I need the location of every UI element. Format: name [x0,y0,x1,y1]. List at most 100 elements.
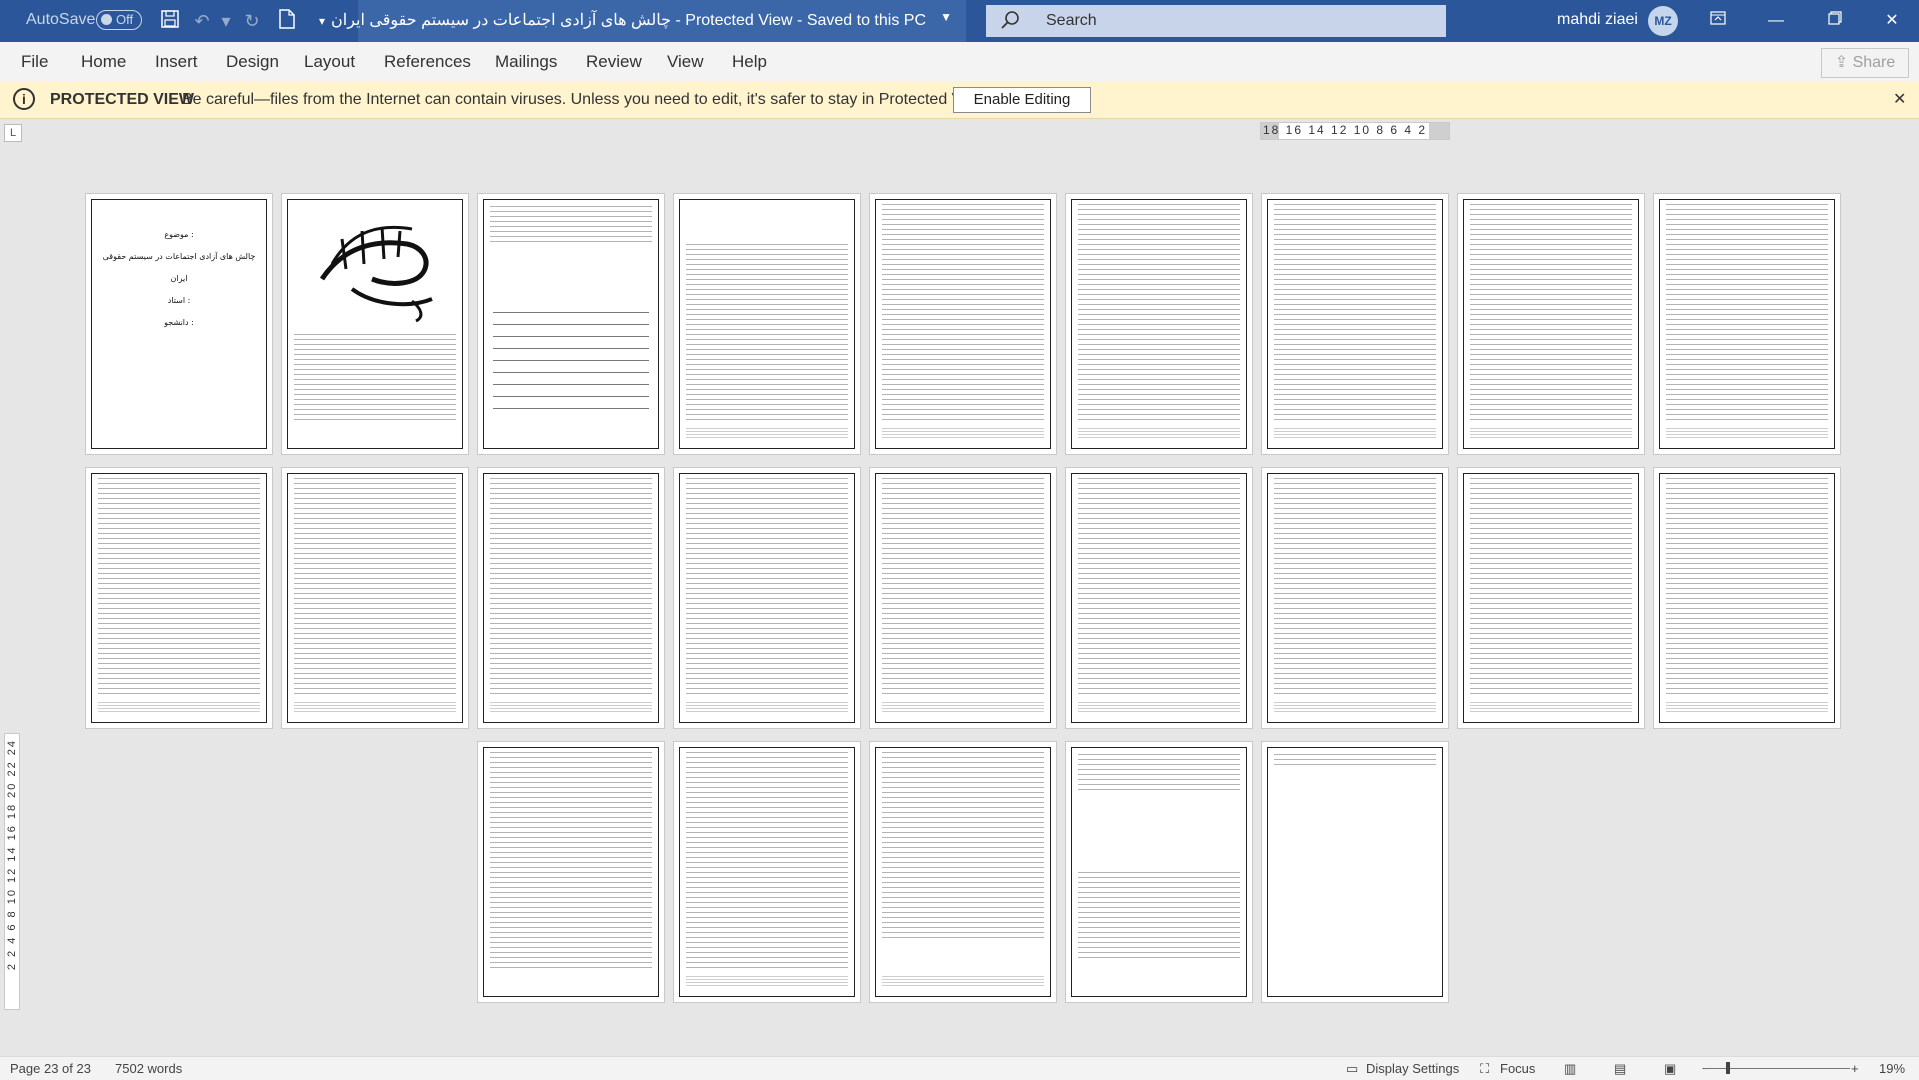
page-thumbnail-13[interactable] [673,467,861,729]
menu-layout[interactable]: Layout [304,52,355,72]
page-text [1274,204,1436,424]
display-settings-icon[interactable]: ▭ [1346,1061,1358,1077]
page-text [1274,478,1436,698]
page-thumbnail-11[interactable] [281,467,469,729]
autosave-toggle[interactable]: Off [96,10,142,30]
page-thumbnail-20[interactable] [673,741,861,1003]
page-thumbnail-10[interactable] [85,467,273,729]
zoom-level[interactable]: 19% [1879,1061,1905,1076]
focus-icon[interactable]: ⛶ [1480,1061,1489,1077]
minimize-icon[interactable]: — [1753,0,1799,42]
document-title: چالش های آزادی اجتماعات در سیستم حقوقی ا… [331,12,926,29]
page-thumbnail-15[interactable] [1065,467,1253,729]
page-text [490,478,652,698]
page-thumbnail-1[interactable]: موضوع : چالش های آزادی اجتماعات در سیستم… [85,193,273,455]
web-layout-icon[interactable]: ▣ [1664,1061,1676,1077]
page-text [294,334,456,424]
focus-button[interactable]: Focus [1500,1061,1535,1076]
page-thumbnail-18[interactable] [1653,467,1841,729]
vertical-ruler-numbers: 2 2 4 6 8 10 12 14 16 18 20 22 24 [6,739,18,971]
page-text [1470,204,1632,424]
vertical-ruler[interactable]: 2 2 4 6 8 10 12 14 16 18 20 22 24 [4,733,20,1010]
horizontal-ruler[interactable]: 18 16 14 12 10 8 6 4 2 [1260,122,1450,140]
autosave-label: AutoSave [26,11,96,28]
page-thumbnail-9[interactable] [1653,193,1841,455]
page-thumbnail-14[interactable] [869,467,1057,729]
search-icon [1000,10,1020,35]
share-button[interactable]: ⇪ Share [1821,48,1909,78]
read-mode-icon[interactable]: ▥ [1564,1061,1576,1077]
cover-professor: استاد : [167,296,191,305]
tab-selector-icon[interactable]: L [4,124,22,142]
page-thumbnail-16[interactable] [1261,467,1449,729]
maximize-icon[interactable] [1812,0,1858,42]
cover-student: دانشجو : [164,318,194,327]
zoom-in-icon[interactable]: + [1851,1061,1859,1076]
redo-icon[interactable]: ↻ [240,9,264,33]
ribbon-display-options-icon[interactable] [1695,0,1741,42]
page-count[interactable]: Page 23 of 23 [10,1061,91,1076]
page-thumbnail-7[interactable] [1261,193,1449,455]
search-placeholder: Search [1046,12,1097,29]
protected-view-label: PROTECTED VIEW [50,91,195,108]
page-footnote [1078,428,1240,438]
ruler-margin-right [1429,123,1449,139]
undo-icon[interactable]: ↶ [190,9,214,33]
undo-dropdown-icon[interactable]: ▾ [214,9,238,33]
new-document-icon[interactable] [275,9,299,33]
page-thumbnail-8[interactable] [1457,193,1645,455]
protected-view-bar: i PROTECTED VIEW Be careful—files from t… [0,81,1919,119]
menu-bar: File Home Insert Design Layout Reference… [0,42,1919,81]
zoom-slider[interactable] [1704,1062,1850,1074]
menu-references[interactable]: References [384,52,471,72]
document-title-area[interactable]: چالش های آزادی اجتماعات در سیستم حقوقی ا… [331,0,966,42]
cover-title: چالش های آزادی اجتماعات در سیستم حقوقی ا… [102,252,256,283]
autosave-state: Off [116,12,134,27]
page-footnote [98,702,260,712]
page-text [490,752,652,972]
zoom-slider-thumb[interactable] [1726,1062,1730,1074]
menu-review[interactable]: Review [586,52,642,72]
page-thumbnail-23[interactable] [1261,741,1449,1003]
page-text [1470,478,1632,698]
page-footnote [686,976,848,986]
save-icon[interactable] [158,9,182,33]
menu-home[interactable]: Home [81,52,126,72]
menu-help[interactable]: Help [732,52,767,72]
menu-file[interactable]: File [21,52,48,72]
page-thumbnail-4[interactable] [673,193,861,455]
table-of-contents [493,312,649,412]
word-count[interactable]: 7502 words [115,1061,182,1076]
page-thumbnail-12[interactable] [477,467,665,729]
close-bar-icon[interactable]: ✕ [1893,89,1906,109]
menu-insert[interactable]: Insert [155,52,198,72]
display-settings-button[interactable]: Display Settings [1366,1061,1459,1076]
page-text [882,478,1044,698]
cover-subject: موضوع : [164,230,194,239]
page-text [1078,478,1240,698]
page-thumbnail-2[interactable] [281,193,469,455]
page-thumbnail-5[interactable] [869,193,1057,455]
page-thumbnail-6[interactable] [1065,193,1253,455]
menu-mailings[interactable]: Mailings [495,52,557,72]
page-thumbnail-17[interactable] [1457,467,1645,729]
share-label: Share [1852,54,1896,71]
status-bar: Page 23 of 23 7502 words ▭ Display Setti… [0,1056,1919,1080]
menu-view[interactable]: View [667,52,704,72]
close-icon[interactable]: ✕ [1869,0,1915,42]
menu-design[interactable]: Design [226,52,279,72]
page-text [882,204,1044,424]
page-thumbnail-22[interactable] [1065,741,1253,1003]
user-name[interactable]: mahdi ziaei [1557,11,1638,29]
page-thumbnail-19[interactable] [477,741,665,1003]
avatar[interactable]: MZ [1648,6,1678,36]
search-box[interactable]: Search [986,5,1446,37]
page-text [1078,754,1240,794]
page-text [98,478,260,698]
page-thumbnail-21[interactable] [869,741,1057,1003]
page-footnote [1470,702,1632,712]
enable-editing-button[interactable]: Enable Editing [953,87,1091,113]
page-thumbnail-3[interactable] [477,193,665,455]
share-icon: ⇪ [1834,54,1849,71]
print-layout-icon[interactable]: ▤ [1614,1061,1626,1077]
